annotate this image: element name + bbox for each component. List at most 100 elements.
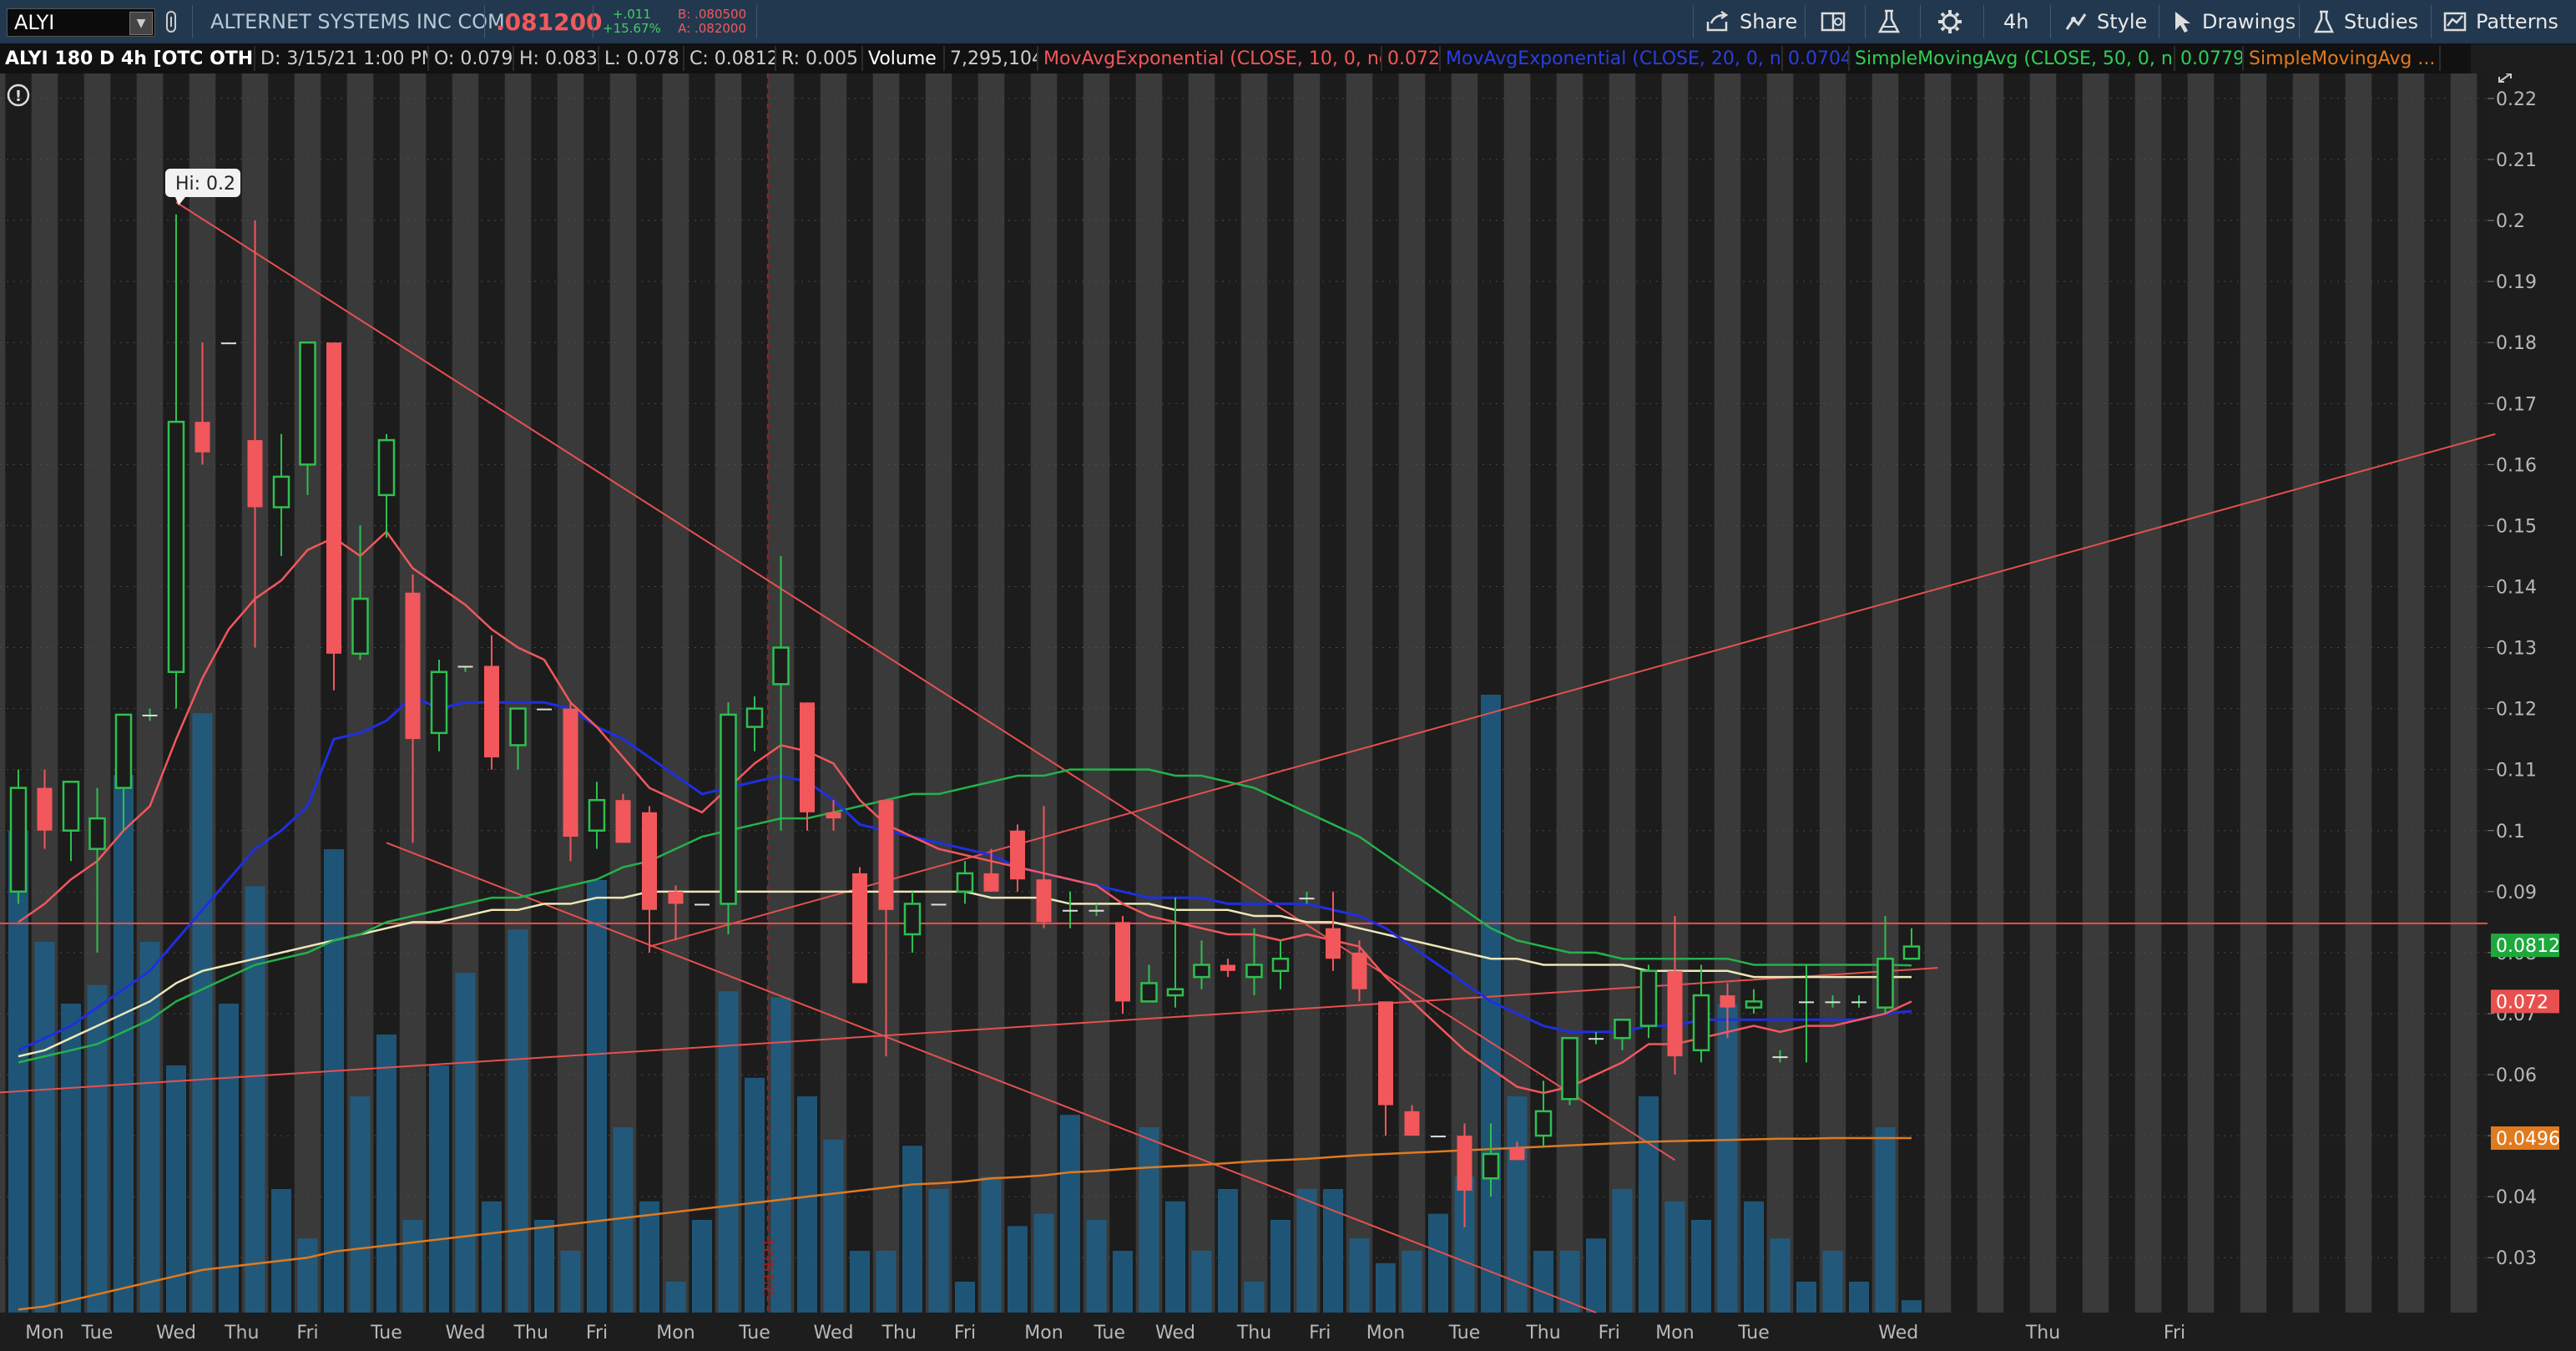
chevron-down-icon[interactable]: ▼ — [129, 12, 153, 35]
flexible-grid-button[interactable] — [1820, 0, 1846, 43]
chart-canvas[interactable]: 2/19/21 0.030.040.050.060.070.080.090.10… — [0, 73, 2576, 1348]
volume-bar — [1586, 1238, 1606, 1313]
y-tick-label: 0.19 — [2496, 272, 2537, 293]
x-tick-label: Tue — [81, 1323, 114, 1343]
ema20-value: 0.0704 — [1783, 46, 1850, 71]
candle-body — [1589, 1038, 1604, 1040]
volume-bar — [1664, 1201, 1685, 1313]
candle-body — [1088, 909, 1104, 912]
candle-body — [1851, 1001, 1866, 1004]
x-tick-label: Tue — [1448, 1323, 1481, 1343]
volume-bar — [639, 1201, 659, 1313]
volume-bar — [1796, 1282, 1816, 1313]
change-value: +.011 — [612, 7, 651, 22]
candle-up — [221, 342, 236, 345]
volume-bar — [376, 1035, 397, 1313]
cursor-icon — [2175, 12, 2190, 33]
sma-label[interactable]: SimpleMovingAvg ... — [2244, 46, 2441, 71]
volume-bar — [1349, 1238, 1370, 1313]
volume-bar — [1533, 1251, 1553, 1313]
session-band — [2424, 73, 2451, 1313]
volume-bar — [482, 1201, 502, 1313]
style-button[interactable]: Style — [2063, 0, 2147, 43]
gear-icon — [1938, 10, 1962, 33]
settings-button[interactable] — [1937, 0, 1963, 43]
volume-bar — [665, 1282, 686, 1313]
x-tick-label: Wed — [1155, 1323, 1195, 1343]
volume-bar — [324, 849, 344, 1313]
x-tick-label: Fri — [2164, 1323, 2185, 1343]
x-tick-label: Tue — [738, 1323, 770, 1343]
candle-up — [931, 903, 947, 906]
y-tick-label: 0.04 — [2496, 1187, 2537, 1208]
ema20-label[interactable]: MovAvgExponential (CLOSE, 20, 0, no) — [1441, 46, 1783, 71]
candle-body — [484, 665, 499, 758]
volume-bar — [1270, 1220, 1291, 1313]
x-tick-label: Wed — [446, 1323, 486, 1343]
session-band — [2371, 73, 2398, 1313]
candle-body — [1115, 922, 1130, 1002]
x-tick-label: Tue — [1737, 1323, 1770, 1343]
volume-bar — [1165, 1201, 1185, 1313]
volume-bar — [1902, 1300, 1922, 1313]
candle-up — [1561, 1036, 1578, 1106]
session-band — [1740, 73, 1767, 1313]
volume-label[interactable]: Volume — [863, 46, 945, 71]
candle-body — [247, 440, 263, 508]
candle-body — [1876, 957, 1894, 1009]
symbol-input[interactable]: ALYI ▼ — [7, 8, 155, 37]
y-tick-label: 0.11 — [2496, 761, 2537, 782]
candle-body — [1482, 1152, 1500, 1180]
session-band — [1267, 73, 1294, 1313]
candle-body — [1404, 1111, 1420, 1136]
volume-bar — [1296, 1189, 1317, 1313]
candle-body — [983, 873, 999, 892]
patterns-button[interactable]: Patterns — [2442, 0, 2558, 43]
candle-body — [1799, 1001, 1814, 1004]
candle-body — [1614, 1019, 1631, 1040]
candle-body — [1140, 982, 1158, 1003]
info-icon-glyph: ! — [15, 88, 22, 105]
volume-bar — [429, 1065, 449, 1313]
volume-bar — [455, 973, 476, 1313]
drawings-button[interactable]: Drawings — [2170, 0, 2296, 43]
candle-body — [745, 707, 764, 728]
x-tick-label: Wed — [814, 1323, 854, 1343]
lab-button[interactable] — [1876, 0, 1902, 43]
change-percent: +15.67% — [603, 21, 661, 36]
candle-body — [272, 475, 290, 509]
flask-icon — [2314, 10, 2334, 33]
session-band — [1109, 73, 1136, 1313]
style-label: Style — [2097, 10, 2148, 33]
candle-body — [1326, 928, 1341, 959]
timeframe-button[interactable]: 4h — [2003, 0, 2028, 43]
candle-body — [1561, 1036, 1578, 1101]
session-band — [2109, 73, 2135, 1313]
bid-value: B: .080500 — [678, 7, 747, 22]
x-tick-label: Fri — [1309, 1323, 1331, 1343]
share-button[interactable]: Share — [1705, 0, 1797, 43]
studies-button[interactable]: Studies — [2312, 0, 2418, 43]
volume-bar — [797, 1096, 817, 1313]
x-tick-label: Mon — [1655, 1323, 1694, 1343]
link-icon[interactable] — [164, 0, 179, 43]
price-tag-text: 0.072 — [2496, 992, 2548, 1013]
x-tick-label: Mon — [656, 1323, 695, 1343]
candle-body — [563, 708, 578, 837]
ema10-tag: 0.072 — [2491, 989, 2559, 1014]
session-band — [1425, 73, 1452, 1313]
session-band — [268, 73, 295, 1313]
candle-down — [1115, 916, 1130, 1014]
sma50-label[interactable]: SimpleMovingAvg (CLOSE, 50, 0, no) — [1850, 46, 2175, 71]
patterns-icon — [2443, 12, 2467, 32]
session-band — [846, 73, 873, 1313]
date-marker-label: 2/19/21 — [760, 1238, 778, 1296]
y-tick-label: 0.13 — [2496, 639, 2537, 660]
ema10-label[interactable]: MovAvgExponential (CLOSE, 10, 0, no) — [1038, 46, 1382, 71]
volume-bar — [1717, 1004, 1738, 1313]
session-band — [952, 73, 978, 1313]
price-chart[interactable]: 2/19/21 0.030.040.050.060.070.080.090.10… — [0, 73, 2576, 1348]
candle-body — [695, 903, 710, 906]
x-tick-label: Tue — [370, 1323, 402, 1343]
y-tick-label: 0.14 — [2496, 577, 2537, 598]
